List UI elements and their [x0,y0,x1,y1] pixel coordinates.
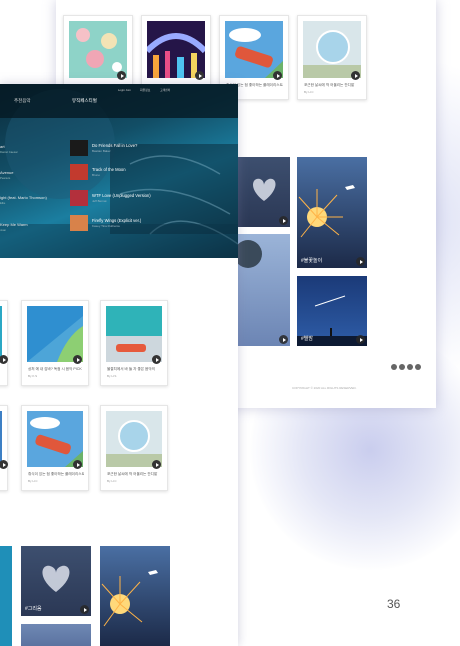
nav-recommend[interactable]: 추천음악 [14,98,31,104]
card-author: By K.S [28,374,38,378]
mood-tile[interactable]: #별밤 [297,276,367,346]
card-title: 포근한 날씨에 딱 어울리는 잔디밭 [107,472,158,476]
play-icon[interactable] [73,460,82,469]
social-links [391,364,421,370]
front-page-mockup: Login Join 회원정보 고객센터 추천음악 뮤직페스티벌 art Dan… [0,84,238,646]
card-image [0,306,2,362]
tile-tag: #그리움 [25,606,42,612]
playlist-card[interactable]: 상처 에 내 감바? 독점 시 음악 PICK By K.S [21,300,89,386]
top-nav: Login Join 회원정보 고객센터 추천음악 뮤직페스티벌 [0,84,238,118]
youtube-icon[interactable] [407,364,413,370]
card-title: 포근한 날씨에 딱 어울리는 잔디밭 [304,83,355,87]
card-title: 상처 에 내 감바? 독점 시 음악 PICK [28,367,82,371]
song-row[interactable]: Firefly Wings (Explicit ver.) Kasey Tina… [70,215,220,231]
album-art [70,190,88,206]
tile-image [101,570,158,627]
member-link[interactable]: 회원정보 [140,88,150,92]
twitter-icon[interactable] [415,364,421,370]
playlist-card[interactable] [0,405,8,491]
album-art [70,164,88,180]
song-row[interactable]: WTF Love (Unplugged Version) Jeff Bernat [70,190,220,206]
side-song-title[interactable]: ight (feat. Mario Thomson) [0,195,47,200]
side-song-title[interactable]: Keep Me Warm [0,222,28,227]
playlist-card[interactable]: 휴식이 있는 점 좋아하는 플레이리스트 By H.C [21,405,89,491]
song-title: Track of the Moon [92,167,126,172]
card-image [303,21,361,78]
instagram-icon[interactable] [399,364,405,370]
card-image [27,306,83,362]
play-icon[interactable] [273,71,282,80]
tile-tag: #별밤 [301,336,313,342]
facebook-icon[interactable] [391,364,397,370]
song-row[interactable]: Do Friends Fall in Love? Bastian Baker [70,140,220,156]
mood-tile[interactable] [0,546,12,646]
play-icon[interactable] [80,605,89,614]
mood-tile[interactable]: #불꽃놀이 [297,157,367,268]
play-icon[interactable] [356,257,365,266]
play-icon[interactable] [152,355,161,364]
playlist-card[interactable]: 포근한 날씨에 딱 어울리는 잔디밭 By H.C [100,405,168,491]
play-icon[interactable] [356,335,365,344]
play-icon[interactable] [351,71,360,80]
card-author: By H.S [107,374,117,378]
song-artist: Bruno [92,173,101,177]
card-author: By H.C [28,479,38,483]
play-icon[interactable] [279,216,288,225]
card-image [27,411,83,467]
hero-banner: Login Join 회원정보 고객센터 추천음악 뮤직페스티벌 art Dan… [0,84,238,258]
play-icon[interactable] [0,460,8,469]
mood-tile[interactable] [100,546,170,646]
card-image [106,411,162,467]
album-art [70,215,88,231]
login-link[interactable]: Login Join [118,88,131,92]
song-title: Firefly Wings (Explicit ver.) [92,218,142,223]
song-title: WTF Love (Unplugged Version) [92,193,151,198]
card-image [106,306,162,362]
song-artist: Kasey Tina Ruthenia [92,224,120,228]
card-author: By H.C [304,90,314,94]
tile-image [298,185,355,238]
song-artist: Jeff Bernat [92,199,107,203]
nav-festival[interactable]: 뮤직페스티벌 [72,98,97,104]
tile-tag: #불꽃놀이 [301,258,323,264]
slide: 휴식이 있는 점 좋아하는 플레이리스트 By H.C 포근한 날씨에 딱 어울… [0,0,460,646]
tile-image [238,240,262,268]
card-image [147,21,205,78]
mood-tile[interactable] [238,157,290,227]
card-title: 물결치에서 바 들 자 좋은 음악의 [107,367,155,371]
play-icon[interactable] [152,460,161,469]
song-artist: Bastian Baker [92,149,111,153]
side-song-title[interactable]: Avenue [0,170,14,175]
side-song-artist: Peanuts [0,176,11,180]
side-song-title[interactable]: art [0,144,5,149]
card-title: 휴식이 있는 점 좋아하는 플레이리스트 [28,472,84,476]
mood-tile[interactable]: #그리움 [21,546,91,616]
playlist-card[interactable] [0,300,8,386]
play-icon[interactable] [117,71,126,80]
playlist-card[interactable]: 포근한 날씨에 딱 어울리는 잔디밭 By H.C [297,15,367,100]
play-icon[interactable] [279,335,288,344]
card-image [225,21,283,78]
play-icon[interactable] [0,355,8,364]
support-link[interactable]: 고객센터 [160,88,170,92]
play-icon[interactable] [195,71,204,80]
card-image [69,21,127,78]
playlist-card[interactable]: 물결치에서 바 들 자 좋은 음악의 By H.S [100,300,168,386]
card-image [0,411,2,467]
card-author: By H.C [107,479,117,483]
mood-tile[interactable] [21,624,91,646]
song-title: Do Friends Fall in Love? [92,143,138,148]
song-row[interactable]: Track of the Moon Bruno [70,164,220,180]
side-song-artist: Daniel Caesar [0,150,18,154]
mood-tile[interactable] [238,234,290,346]
side-song-artist: Ellie [0,201,6,205]
page-number: 36 [387,597,401,611]
copyright: COPYRIGHT © 2020 ALL RIGHTS RESERVED. [292,386,357,390]
play-icon[interactable] [73,355,82,364]
album-art [70,140,88,156]
side-song-artist: Joan [0,228,7,232]
